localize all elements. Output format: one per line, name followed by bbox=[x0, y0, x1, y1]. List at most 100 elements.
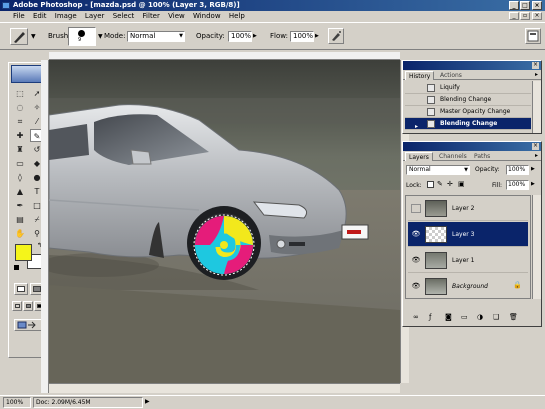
menu-view[interactable]: View bbox=[165, 11, 188, 21]
opacity-input[interactable]: 100% bbox=[228, 31, 252, 42]
doc-size-info[interactable]: Doc: 2.09M/6.45M bbox=[33, 397, 143, 408]
eraser-tool-icon[interactable]: ▭ bbox=[13, 157, 27, 170]
airbrush-icon bbox=[332, 31, 341, 41]
canvas-horizontal-scrollbar[interactable] bbox=[49, 383, 400, 393]
menu-layer[interactable]: Layer bbox=[82, 11, 108, 21]
close-button[interactable]: × bbox=[532, 1, 542, 10]
adjustment-layer-icon[interactable]: ◑ bbox=[477, 310, 483, 324]
full-screen-menu-mode-button[interactable] bbox=[23, 301, 33, 311]
brush-picker-arrow-icon[interactable]: ▼ bbox=[98, 33, 103, 40]
hand-tool-icon[interactable]: ✋ bbox=[13, 227, 27, 240]
jump-to-imageready-button[interactable] bbox=[14, 319, 42, 331]
brush-tip-icon bbox=[78, 30, 85, 37]
history-panel-titlebar[interactable]: × bbox=[403, 61, 541, 70]
zoom-level[interactable]: 100% bbox=[3, 397, 31, 408]
airbrush-toggle[interactable] bbox=[328, 28, 344, 44]
tool-preset-picker[interactable] bbox=[10, 28, 28, 45]
flow-input[interactable]: 100% bbox=[290, 31, 314, 42]
opacity-slider-arrow-icon[interactable]: ▶ bbox=[253, 33, 257, 39]
layer-opacity-input[interactable]: 100% bbox=[506, 165, 529, 175]
tab-layers[interactable]: Layers bbox=[405, 152, 433, 161]
brush-picker[interactable]: 9 bbox=[68, 27, 96, 46]
path-selection-tool-icon[interactable]: ▲ bbox=[13, 185, 27, 198]
layers-scrollbar[interactable] bbox=[532, 195, 541, 299]
tab-channels[interactable]: Channels bbox=[436, 152, 470, 161]
standard-mode-button[interactable] bbox=[14, 283, 28, 295]
lock-position-icon[interactable]: ✛ bbox=[447, 180, 453, 188]
maximize-button[interactable]: □ bbox=[520, 1, 530, 10]
blur-tool-icon[interactable]: ◊ bbox=[13, 171, 27, 184]
doc-restore-icon[interactable]: ▫ bbox=[520, 12, 530, 20]
layer-row-background[interactable]: 👁 Background 🔒 bbox=[408, 274, 528, 298]
eye-icon[interactable]: 👁 bbox=[411, 282, 421, 291]
history-item[interactable]: Blending Change bbox=[405, 94, 531, 106]
menu-help[interactable]: Help bbox=[226, 11, 248, 21]
menu-window[interactable]: Window bbox=[190, 11, 224, 21]
history-item-label: Liquify bbox=[440, 84, 460, 91]
standard-screen-mode-button[interactable] bbox=[12, 301, 22, 311]
document-canvas[interactable] bbox=[49, 60, 400, 383]
mode-select[interactable]: Normal ▼ bbox=[127, 31, 185, 42]
lasso-tool-icon[interactable]: ◌ bbox=[13, 101, 27, 114]
fill-input[interactable]: 100% bbox=[506, 180, 529, 190]
menu-edit[interactable]: Edit bbox=[30, 11, 50, 21]
lock-all-icon[interactable]: ▣ bbox=[458, 180, 465, 188]
status-menu-arrow-icon[interactable]: ▶ bbox=[145, 396, 150, 408]
tab-history[interactable]: History bbox=[405, 71, 435, 80]
layers-panel-titlebar[interactable]: × bbox=[403, 142, 541, 151]
healing-brush-tool-icon[interactable]: ✚ bbox=[13, 129, 27, 142]
new-layer-icon[interactable]: ❑ bbox=[493, 310, 499, 324]
layer-mask-icon[interactable]: ◙ bbox=[445, 310, 452, 324]
vertical-ruler bbox=[41, 60, 49, 393]
menu-select[interactable]: Select bbox=[110, 11, 138, 21]
palette-well[interactable] bbox=[525, 28, 541, 44]
imageready-icon bbox=[17, 321, 36, 329]
lock-transparency-icon[interactable] bbox=[427, 181, 434, 188]
history-item-selected[interactable]: ▸ Blending Change bbox=[405, 118, 531, 130]
lock-image-icon[interactable]: ✎ bbox=[437, 180, 443, 188]
delete-layer-icon[interactable]: 🗑 bbox=[509, 310, 518, 324]
layer-thumbnail bbox=[425, 226, 447, 243]
crop-tool-icon[interactable]: ⌗ bbox=[13, 115, 27, 128]
pen-tool-icon[interactable]: ✒ bbox=[13, 199, 27, 212]
link-layers-icon[interactable]: ∞ bbox=[413, 310, 419, 324]
tab-actions[interactable]: Actions bbox=[437, 71, 465, 80]
layer-visibility-toggle[interactable] bbox=[411, 204, 421, 213]
foreground-color-swatch[interactable] bbox=[15, 244, 32, 261]
eye-icon[interactable]: 👁 bbox=[411, 230, 421, 239]
layer-row-layer-3[interactable]: 👁 Layer 3 bbox=[408, 222, 528, 247]
menu-file[interactable]: File bbox=[0, 11, 28, 21]
layer-style-icon[interactable]: ƒ bbox=[429, 310, 431, 324]
layer-row-layer-2[interactable]: Layer 2 bbox=[408, 196, 528, 221]
doc-minimize-icon[interactable]: _ bbox=[509, 12, 519, 20]
layer-name: Layer 1 bbox=[452, 257, 475, 264]
eye-icon[interactable]: 👁 bbox=[411, 256, 421, 265]
clone-stamp-tool-icon[interactable]: ♜ bbox=[13, 143, 27, 156]
options-bar: ▼ Brush: 9 ▼ Mode: Normal ▼ Opacity: 100… bbox=[0, 22, 545, 50]
marquee-tool-icon[interactable]: ⬚ bbox=[13, 87, 27, 100]
notes-tool-icon[interactable]: ▤ bbox=[13, 213, 27, 226]
layer-opacity-arrow-icon[interactable]: ▶ bbox=[531, 166, 535, 172]
history-panel-menu-icon[interactable]: ▸ bbox=[535, 71, 538, 78]
doc-close-icon[interactable]: × bbox=[532, 12, 542, 20]
screen-mode-icon bbox=[15, 304, 20, 308]
menu-image[interactable]: Image bbox=[52, 11, 80, 21]
layers-panel-close-icon[interactable]: × bbox=[532, 143, 539, 150]
minimize-button[interactable]: _ bbox=[509, 1, 519, 10]
layers-panel-menu-icon[interactable]: ▸ bbox=[535, 152, 538, 159]
history-panel-close-icon[interactable]: × bbox=[532, 62, 539, 69]
history-scrollbar[interactable] bbox=[532, 81, 541, 133]
layer-row-layer-1[interactable]: 👁 Layer 1 bbox=[408, 248, 528, 273]
default-colors-icon[interactable] bbox=[14, 265, 19, 270]
tab-paths[interactable]: Paths bbox=[471, 152, 493, 161]
menu-filter[interactable]: Filter bbox=[140, 11, 163, 21]
history-item[interactable]: Master Opacity Change bbox=[405, 106, 531, 118]
fill-label: Fill: bbox=[492, 182, 503, 189]
blend-mode-select[interactable]: Normal ▼ bbox=[406, 165, 470, 175]
tool-preset-arrow-icon[interactable]: ▼ bbox=[31, 33, 36, 40]
fill-arrow-icon[interactable]: ▶ bbox=[531, 181, 535, 187]
history-item-label: Master Opacity Change bbox=[440, 108, 511, 115]
layer-set-icon[interactable]: ▭ bbox=[461, 310, 468, 324]
flow-slider-arrow-icon[interactable]: ▶ bbox=[315, 33, 319, 39]
history-item[interactable]: Liquify bbox=[405, 82, 531, 94]
